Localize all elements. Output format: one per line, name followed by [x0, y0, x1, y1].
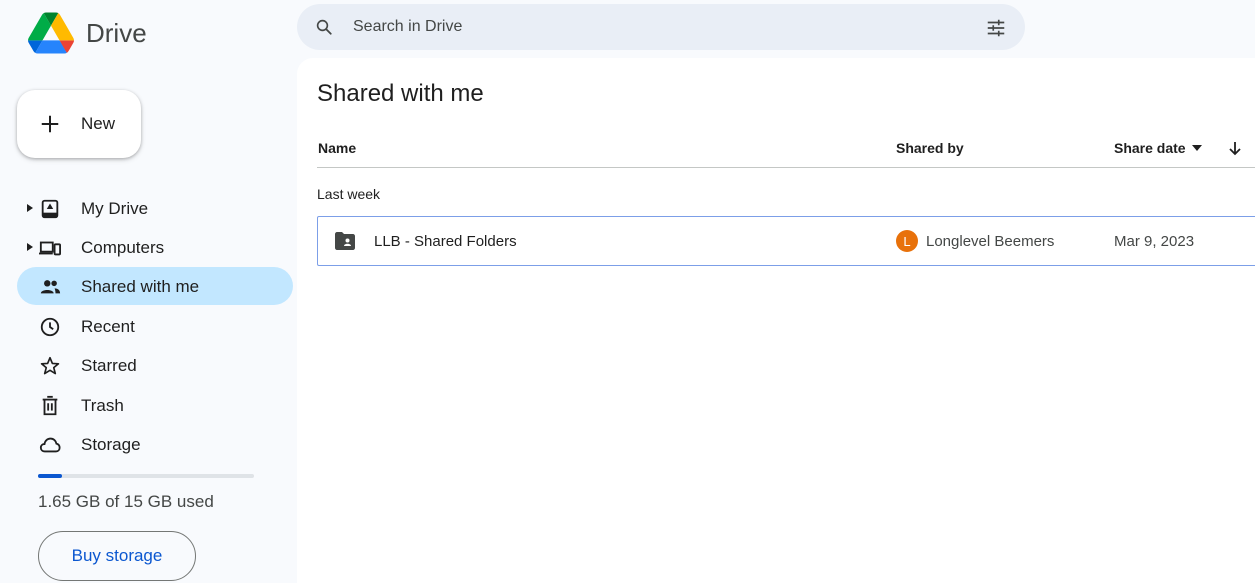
- plus-icon: [41, 115, 59, 133]
- table-row[interactable]: LLB - Shared Folders L Longlevel Beemers…: [317, 216, 1255, 266]
- sidebar-item-recent[interactable]: Recent: [17, 307, 293, 345]
- shared-with-me-icon: [40, 280, 61, 294]
- file-name[interactable]: LLB - Shared Folders: [374, 233, 517, 250]
- shared-folder-icon: [335, 232, 355, 250]
- search-options-icon[interactable]: [985, 17, 1007, 39]
- shared-by: Longlevel Beemers: [926, 233, 1055, 250]
- sidebar-item-label: Recent: [81, 317, 135, 336]
- sidebar-item-my-drive[interactable]: My Drive: [17, 189, 293, 227]
- search-input[interactable]: Search in Drive: [353, 18, 462, 36]
- storage-usage-fill: [38, 474, 62, 478]
- drive-logo-icon: [28, 12, 74, 54]
- my-drive-icon: [41, 199, 59, 219]
- sidebar-item-label: Storage: [81, 435, 141, 454]
- dropdown-arrow-icon: [1191, 145, 1202, 151]
- trash-icon: [42, 395, 58, 416]
- drive-logo[interactable]: Drive: [28, 12, 147, 54]
- buy-storage-button[interactable]: Buy storage: [38, 531, 196, 581]
- page-title: Shared with me: [317, 80, 484, 107]
- sidebar-item-storage[interactable]: Storage: [17, 425, 293, 463]
- sidebar-item-label: Computers: [81, 238, 165, 257]
- avatar: L: [896, 230, 918, 252]
- column-header-name[interactable]: Name: [318, 140, 356, 156]
- star-icon: [40, 356, 60, 375]
- sidebar-item-computers[interactable]: Computers: [17, 228, 293, 266]
- storage-usage-text: 1.65 GB of 15 GB used: [38, 492, 214, 511]
- share-date: Mar 9, 2023: [1114, 233, 1195, 250]
- storage-usage-bar: [38, 474, 254, 478]
- search-bar[interactable]: Search in Drive: [297, 4, 1025, 50]
- column-header-shared-by[interactable]: Shared by: [896, 140, 964, 156]
- sidebar-item-starred[interactable]: Starred: [17, 346, 293, 384]
- main-panel: Shared with me Name Shared by Share date…: [297, 58, 1255, 583]
- header-divider: [317, 167, 1255, 168]
- sidebar-item-label: Shared with me: [81, 277, 200, 296]
- expand-caret-icon[interactable]: [27, 204, 33, 212]
- column-header-share-date[interactable]: Share date: [1114, 140, 1202, 156]
- expand-caret-icon[interactable]: [27, 243, 33, 251]
- new-button[interactable]: New: [17, 90, 141, 158]
- sidebar-item-trash[interactable]: Trash: [17, 386, 293, 424]
- new-button-label: New: [81, 114, 116, 133]
- sidebar-item-shared-with-me[interactable]: Shared with me: [17, 267, 293, 305]
- sidebar-item-label: Trash: [81, 396, 124, 415]
- column-header-share-date-label: Share date: [1114, 140, 1186, 156]
- search-icon[interactable]: [315, 18, 333, 36]
- sort-direction-icon[interactable]: [1227, 140, 1243, 156]
- cloud-icon: [39, 437, 61, 453]
- group-label: Last week: [317, 186, 381, 202]
- sidebar-item-label: My Drive: [81, 199, 149, 218]
- app-name: Drive: [86, 17, 147, 48]
- clock-icon: [40, 317, 60, 337]
- computers-icon: [39, 241, 61, 256]
- sidebar-item-label: Starred: [81, 356, 137, 375]
